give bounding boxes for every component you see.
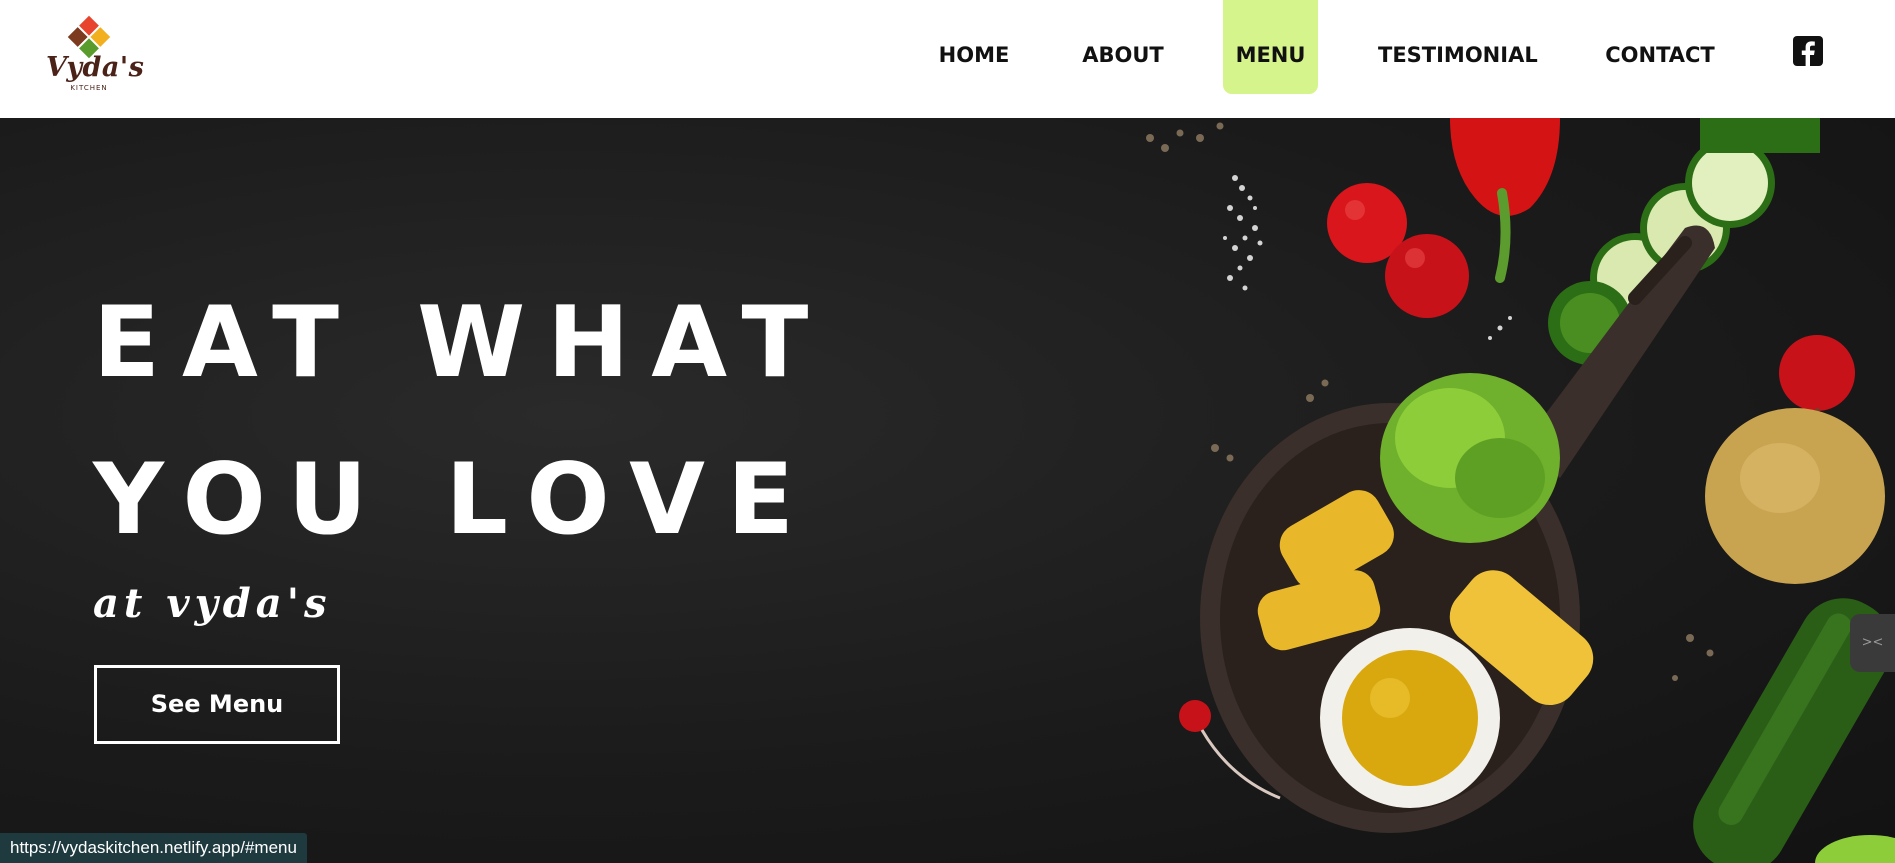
hero-subtitle: at vyda's: [93, 580, 332, 627]
hero-title-line2: YOU LOVE: [93, 443, 816, 557]
facebook-icon[interactable]: [1793, 36, 1823, 66]
logo-subtitle: KITCHEN: [70, 84, 108, 92]
collapse-arrows-icon[interactable]: ><: [1850, 614, 1895, 672]
see-menu-button[interactable]: See Menu: [94, 665, 340, 744]
nav-testimonial[interactable]: TESTIMONIAL: [1378, 0, 1538, 94]
site-logo[interactable]: Vyda's KITCHEN: [46, 12, 145, 94]
nav-contact[interactable]: CONTACT: [1602, 0, 1718, 94]
nav-about[interactable]: ABOUT: [1082, 0, 1164, 94]
hero-section: EAT WHAT YOU LOVE at vyda's See Menu ><: [0, 118, 1895, 863]
status-bar-url: https://vydaskitchen.netlify.app/#menu: [0, 833, 307, 863]
hero-title-line1: EAT WHAT: [93, 286, 831, 400]
food-illustration: [1146, 118, 1895, 863]
nav-home[interactable]: HOME: [936, 0, 1012, 94]
site-header: Vyda's KITCHEN HOME ABOUT MENU TESTIMONI…: [0, 0, 1895, 118]
logo-name: Vyda's: [46, 52, 145, 83]
nav-menu[interactable]: MENU: [1223, 0, 1318, 94]
